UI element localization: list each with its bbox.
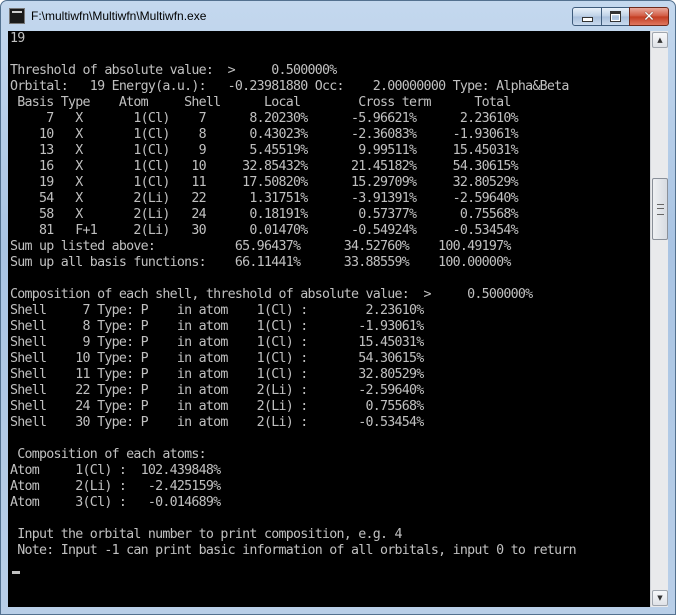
scroll-up-button[interactable]: ▲	[652, 32, 668, 48]
close-icon: ✕	[643, 8, 655, 25]
console-app-icon[interactable]	[9, 8, 25, 24]
scroll-down-button[interactable]: ▼	[652, 590, 668, 606]
console-output[interactable]: 19 Threshold of absolute value: > 0.5000…	[8, 31, 650, 607]
minimize-button[interactable]	[572, 7, 602, 26]
maximize-icon	[610, 11, 621, 22]
arrow-down-icon: ▼	[657, 594, 663, 602]
vertical-scrollbar[interactable]: ▲ ▼	[650, 31, 668, 607]
close-button[interactable]: ✕	[629, 7, 669, 26]
console-text: 19 Threshold of absolute value: > 0.5000…	[10, 31, 577, 558]
scrollbar-thumb[interactable]	[652, 178, 668, 240]
text-cursor	[12, 571, 20, 574]
window-title: F:\multiwfn\Multiwfn\Multiwfn.exe	[31, 9, 207, 23]
arrow-up-icon: ▲	[657, 36, 663, 44]
resize-grip[interactable]	[650, 607, 668, 614]
maximize-button[interactable]	[601, 7, 630, 26]
grip-icon	[657, 204, 664, 215]
title-bar[interactable]: F:\multiwfn\Multiwfn\Multiwfn.exe ✕	[1, 1, 675, 31]
minimize-icon	[581, 17, 593, 22]
console-window: F:\multiwfn\Multiwfn\Multiwfn.exe ✕ 19 T…	[0, 0, 676, 615]
